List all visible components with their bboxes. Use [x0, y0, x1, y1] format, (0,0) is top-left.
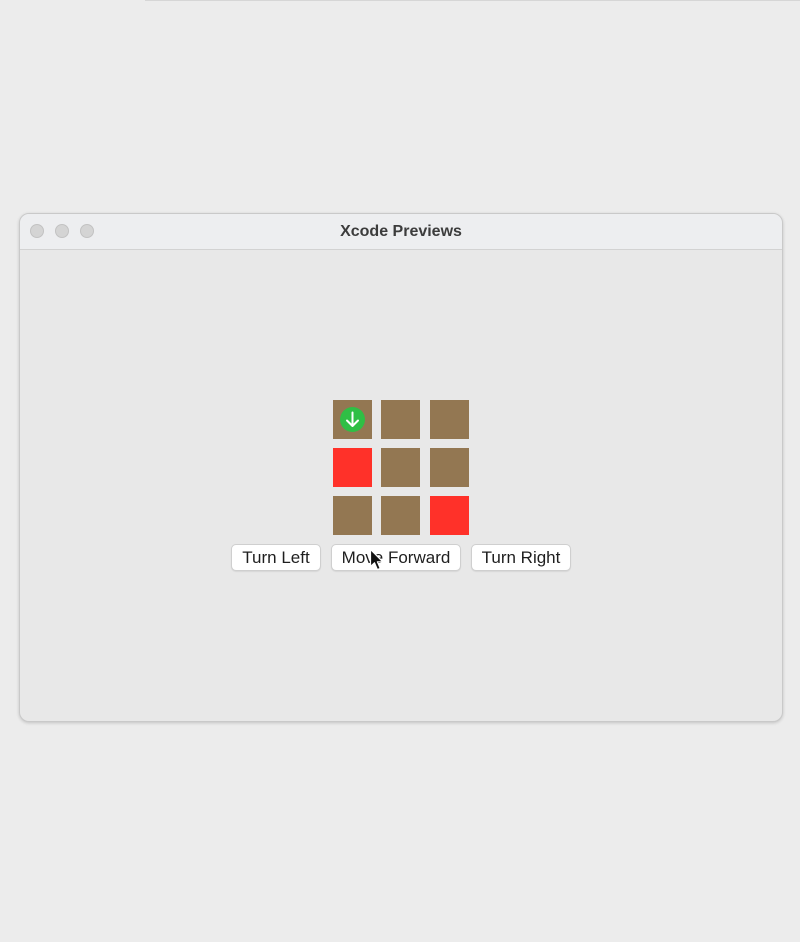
top-divider — [145, 0, 800, 1]
preview-window: Xcode Previews Turn Left Move Forward Tu… — [19, 213, 783, 722]
grid-cell-1-1 — [381, 448, 420, 487]
turn-right-button[interactable]: Turn Right — [471, 544, 571, 571]
game-grid — [333, 400, 469, 536]
move-forward-button[interactable]: Move Forward — [331, 544, 461, 571]
grid-cell-1-0 — [333, 448, 372, 487]
grid-cell-2-0 — [333, 496, 372, 535]
arrow-down-circle-icon — [340, 407, 365, 432]
grid-cell-1-2 — [430, 448, 469, 487]
window-title: Xcode Previews — [340, 223, 462, 240]
grid-cell-2-1 — [381, 496, 420, 535]
turn-left-button[interactable]: Turn Left — [231, 544, 321, 571]
grid-cell-0-0 — [333, 400, 372, 439]
grid-cell-2-2 — [430, 496, 469, 535]
grid-cell-0-2 — [430, 400, 469, 439]
title-bar[interactable]: Xcode Previews — [20, 214, 782, 250]
control-buttons: Turn Left Move Forward Turn Right — [20, 544, 782, 572]
grid-cell-0-1 — [381, 400, 420, 439]
